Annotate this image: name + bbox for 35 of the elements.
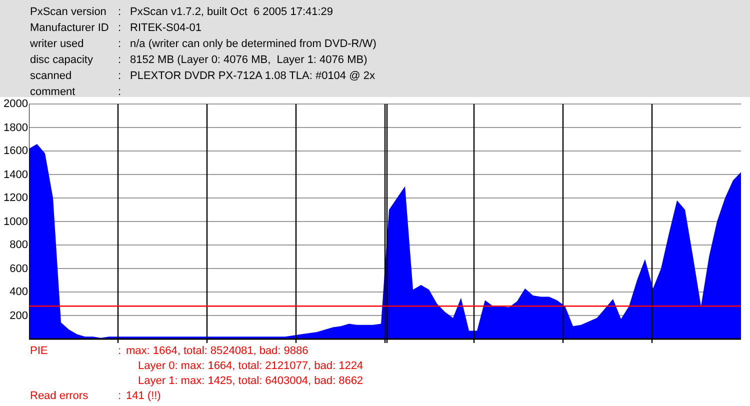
colon: : (118, 389, 122, 404)
info-label: PxScan version (30, 5, 108, 20)
info-value: RITEK-S04-01 (130, 21, 202, 36)
y-tick-label: 1600 (4, 146, 28, 157)
result-value: Layer 0: max: 1664, total: 2121077, bad: 1224 (138, 359, 364, 374)
info-value: n/a (writer can only be determined from DVD-R/W) (130, 37, 376, 52)
result-label: Read errors (30, 389, 90, 404)
colon: : (118, 5, 122, 20)
info-value: 8152 MB (Layer 0: 4076 MB, Layer 1: 4076 MB) (130, 53, 368, 68)
y-tick-label: 1000 (4, 216, 28, 228)
colon: : (118, 344, 122, 359)
info-label: writer used (30, 37, 85, 52)
info-label: scanned (30, 69, 73, 84)
info-value: PLEXTOR DVDR PX-712A 1.08 TLA: #0104 @ 2x (130, 69, 375, 84)
result-label: PIE (30, 344, 49, 359)
colon: : (118, 21, 122, 36)
colon: : (118, 37, 122, 52)
y-tick-label: 800 (10, 240, 28, 251)
info-label: comment (30, 85, 76, 100)
result-value: max: 1664, total: 8524081, bad: 9886 (126, 344, 308, 359)
result-value: 141 (!!) (126, 389, 161, 404)
info-value: PxScan v1.7.2, built Oct 6 2005 17:41:29 (130, 5, 334, 20)
y-tick-label: 200 (10, 310, 28, 322)
colon: : (118, 85, 122, 100)
colon: : (118, 53, 122, 68)
colon: : (118, 69, 122, 84)
result-value: Layer 1: max: 1425, total: 6403004, bad: 8662 (138, 374, 364, 389)
y-tick-label: 2000 (4, 99, 28, 110)
y-tick-label: 400 (10, 287, 28, 298)
info-label: Manufacturer ID (30, 21, 110, 36)
y-tick-label: 1200 (4, 193, 28, 204)
y-tick-label: 1800 (4, 122, 28, 134)
info-label: disc capacity (30, 53, 94, 68)
y-tick-label: 1400 (4, 170, 28, 180)
y-tick-label: 600 (10, 264, 28, 274)
